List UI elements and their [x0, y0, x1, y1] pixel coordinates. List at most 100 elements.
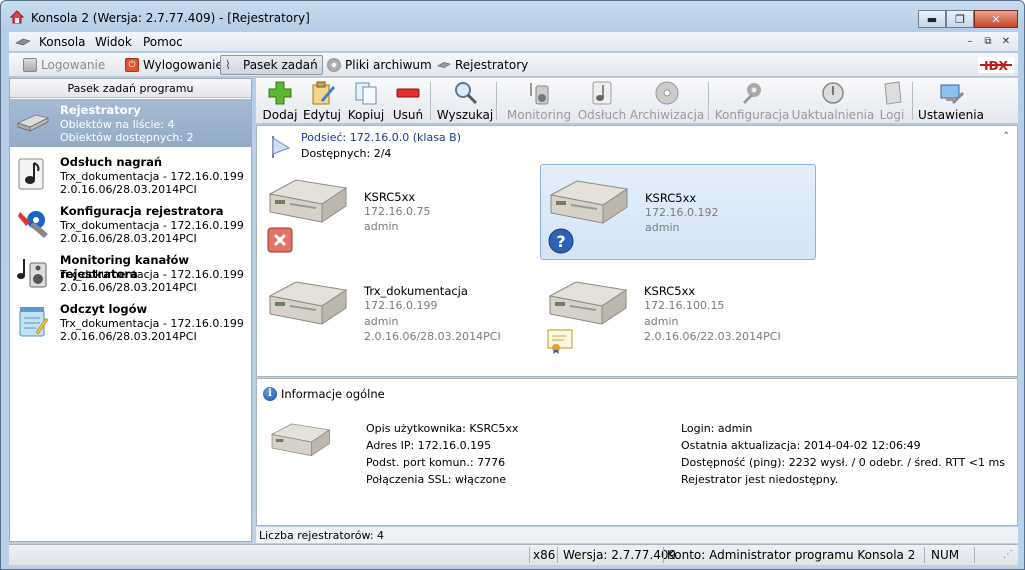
toolbar-separator [496, 82, 497, 120]
info-ip-address: Adres IP: 172.16.0.195 [366, 439, 492, 452]
delete-button[interactable]: Usuń [390, 78, 426, 124]
copy-button[interactable]: Kopiuj [346, 78, 386, 124]
recorders-button[interactable]: Rejestratory [433, 55, 532, 75]
sidebar-item-line: 2.0.16.06/28.03.2014PCI [60, 232, 197, 245]
maximize-button[interactable]: ❐ [946, 10, 974, 28]
logs-button[interactable]: Logi [876, 78, 908, 124]
menu-konsola[interactable]: Konsola [39, 35, 86, 49]
menu-bar: Konsola Widok Pomoc – ⧉ ✕ [9, 32, 1018, 52]
toolbar-separator [912, 82, 913, 120]
search-button[interactable]: Wyszukaj [436, 78, 494, 124]
add-label: Dodaj [262, 108, 298, 122]
subnet-availability: Dostępnych: 2/4 [301, 147, 392, 160]
sidebar-item-line: 2.0.16.06/28.03.2014PCI [60, 183, 197, 196]
archive-icon [655, 81, 679, 105]
sidebar-item-line: Obiektów dostępnych: 2 [60, 131, 194, 144]
mdi-close-button[interactable]: ✕ [998, 34, 1014, 49]
sidebar-item-line: Trx_dokumentacja - 172.16.0.199 [60, 268, 244, 281]
settings-label: Ustawienia [918, 108, 984, 122]
config-icon [743, 83, 761, 104]
device-name: Trx_dokumentacja [364, 284, 468, 298]
status-separator [557, 547, 558, 563]
device-name: KSRC5xx [364, 190, 416, 204]
general-info-panel: i Informacje ogólne Opis użytkownika: KS… [256, 378, 1018, 526]
app-icon [9, 10, 25, 24]
disc-icon [327, 58, 341, 72]
resize-grip-icon[interactable]: ⋰ [1003, 549, 1013, 560]
login-button[interactable]: Logowanie [19, 55, 109, 75]
menu-widok[interactable]: Widok [95, 35, 132, 49]
recorders-view: Podsieć: 172.16.0.0 (klasa B) Dostępnych… [256, 125, 1018, 377]
info-icon: i [263, 387, 277, 401]
menu-app-icon [15, 38, 31, 46]
paperclip-icon: ⌇ [225, 58, 231, 72]
edit-icon [312, 81, 335, 105]
info-ping: Dostępność (ping): 2232 wysł. / 0 odebr.… [681, 456, 1005, 469]
sidebar-item-listen[interactable]: Odsłuch nagrań Trx_dokumentacja - 172.16… [10, 151, 251, 199]
listen-label: Odsłuch [577, 108, 627, 122]
info-last-update: Ostatnia aktualizacja: 2014-04-02 12:06:… [681, 439, 921, 452]
info-ssl: Połączenia SSL: włączone [366, 473, 507, 486]
logout-button[interactable]: ⏻ Wylogowanie [121, 55, 227, 75]
toolbar-separator [708, 82, 709, 120]
subnet-title[interactable]: Podsieć: 172.16.0.0 (klasa B) [301, 131, 461, 144]
power-icon: ⏻ [125, 58, 139, 72]
search-label: Wyszukaj [436, 108, 494, 122]
device-user: admin [644, 315, 679, 328]
monitoring-label: Monitoring [506, 108, 572, 122]
device-card[interactable]: KSRC5xx 172.16.0.75 admin [260, 164, 536, 260]
updates-button[interactable]: Uaktualnienia [792, 78, 874, 124]
device-name: KSRC5xx [644, 284, 696, 298]
device-card-selected[interactable]: KSRC5xx 172.16.0.192 admin ? [540, 164, 816, 260]
status-numlock: NUM [931, 548, 960, 562]
recorder-small-icon [437, 62, 451, 68]
minimize-button[interactable]: ▬ [918, 10, 946, 28]
error-badge-icon [267, 227, 293, 253]
recorder-icon [16, 114, 50, 132]
sidebar-item-line: Obiektów na liście: 4 [60, 118, 175, 131]
status-separator [924, 547, 925, 563]
recorders-label: Rejestratory [455, 58, 529, 72]
recorder-count: Liczba rejestratorów: 4 [256, 527, 1018, 543]
status-account: Konto: Administrator programu Konsola 2 [667, 548, 916, 562]
device-card[interactable]: Trx_dokumentacja 172.16.0.199 admin 2.0.… [260, 266, 536, 362]
device-card[interactable]: KSRC5xx 172.16.100.15 admin 2.0.16.06/22… [540, 266, 816, 362]
add-button[interactable]: Dodaj [260, 78, 300, 124]
device-version: 2.0.16.06/28.03.2014PCI [364, 330, 501, 343]
edit-button[interactable]: Edytuj [302, 78, 342, 124]
device-user: admin [364, 220, 399, 233]
collapse-button[interactable]: ˄ [1004, 130, 1010, 143]
monitoring-icon [530, 83, 549, 105]
settings-button[interactable]: Ustawienia [918, 78, 984, 124]
mdi-minimize-button[interactable]: – [962, 34, 978, 49]
music-note-icon [18, 158, 44, 190]
taskbar-toggle-button[interactable]: ⌇ Pasek zadań [220, 55, 323, 75]
sidebar-item-logs[interactable]: Odczyt logów Trx_dokumentacja - 172.16.0… [10, 298, 251, 346]
device-user: admin [364, 315, 399, 328]
archive-button[interactable]: Archiwizacja [630, 78, 704, 124]
listen-button[interactable]: Odsłuch [578, 78, 626, 124]
recorder-device-icon [549, 180, 629, 224]
close-button[interactable]: ✕ [974, 10, 1018, 28]
main-toolbar: Dodaj Edytuj Kopiuj Usuń Wyszukaj Monito… [256, 78, 1018, 124]
menu-pomoc[interactable]: Pomoc [143, 35, 183, 49]
copy-icon [355, 82, 377, 105]
configuration-button[interactable]: Konfiguracja [714, 78, 790, 124]
mdi-restore-button[interactable]: ⧉ [980, 34, 996, 49]
sidebar-item-line: Trx_dokumentacja - 172.16.0.199 [60, 317, 244, 330]
toolbar-separator [430, 82, 431, 120]
configuration-label: Konfiguracja [714, 108, 790, 122]
logout-label: Wylogowanie [143, 58, 223, 72]
device-version: 2.0.16.06/22.03.2014PCI [644, 330, 781, 343]
title-bar[interactable]: Konsola 2 (Wersja: 2.7.77.409) - [Rejest… [1, 1, 1024, 31]
sidebar-item-recorders[interactable]: Rejestratory Obiektów na liście: 4 Obiek… [10, 99, 251, 147]
sidebar-item-monitoring[interactable]: Monitoring kanałów rejestratora Trx_doku… [10, 249, 251, 297]
device-ip: 172.16.0.199 [364, 299, 438, 312]
update-icon [822, 82, 844, 104]
copy-label: Kopiuj [347, 108, 385, 122]
sidebar-panel: Pasek zadań programu Rejestratory Obiekt… [9, 78, 252, 542]
sidebar-item-line: Trx_dokumentacja - 172.16.0.199 [60, 170, 244, 183]
sidebar-item-config[interactable]: Konfiguracja rejestratora Trx_dokumentac… [10, 200, 251, 248]
archive-files-button[interactable]: Pliki archiwum [323, 55, 436, 75]
monitoring-button[interactable]: Monitoring [506, 78, 572, 124]
